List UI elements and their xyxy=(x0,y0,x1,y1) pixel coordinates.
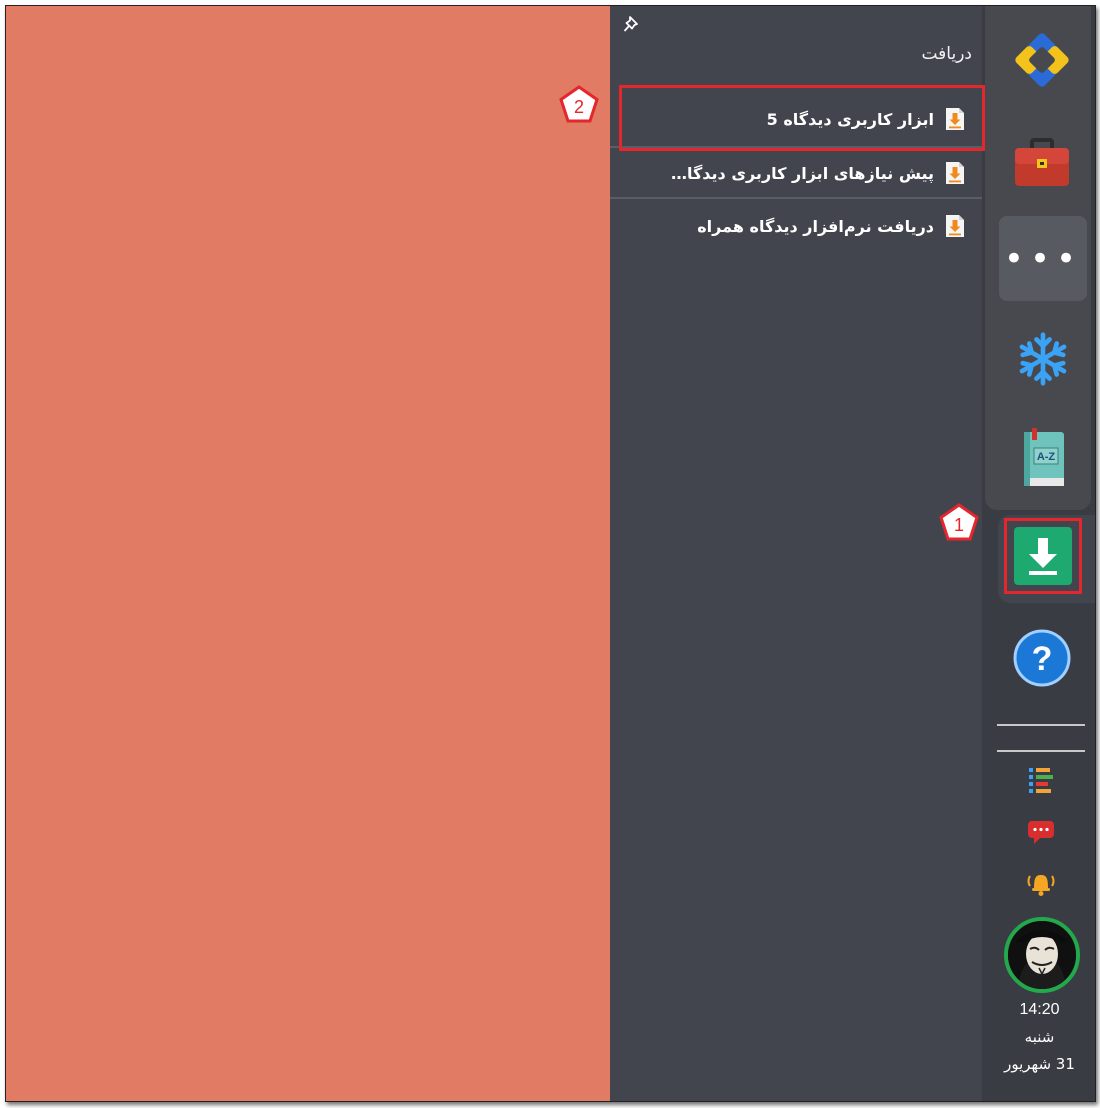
divider xyxy=(997,724,1085,726)
app-logo-icon[interactable] xyxy=(1010,28,1074,92)
bell-icon[interactable] xyxy=(1025,867,1057,899)
snowflake-icon[interactable] xyxy=(1015,328,1071,390)
callout-number: 1 xyxy=(954,515,964,535)
flyout-title: دریافت xyxy=(921,44,972,64)
ellipsis-icon: ••• xyxy=(1003,238,1083,279)
book-az-icon[interactable]: A-Z xyxy=(1018,428,1070,490)
download-flyout-panel: دریافت ابزار کاربری دیدگاه 5 پیش نیازهای… xyxy=(610,6,982,1101)
briefcase-icon[interactable] xyxy=(1012,134,1072,190)
download-file-icon xyxy=(944,161,966,185)
window-frame: دریافت ابزار کاربری دیدگاه 5 پیش نیازهای… xyxy=(5,5,1096,1102)
download-button[interactable] xyxy=(1004,518,1082,594)
more-button[interactable]: ••• xyxy=(999,216,1087,301)
right-sidebar: ••• A-Z ? 14:20 شنبه 31 شهریور xyxy=(982,6,1095,1101)
flyout-item-label: دریافت نرم‌افزار دیدگاه همراه xyxy=(697,216,934,236)
book-az-label: A-Z xyxy=(1037,451,1056,463)
clock-time: 14:20 xyxy=(1019,1001,1060,1018)
flyout-item-mobile-app[interactable]: دریافت نرم‌افزار دیدگاه همراه xyxy=(610,200,982,252)
callout-number: 2 xyxy=(574,97,584,117)
sidebar-top-panel: ••• A-Z xyxy=(985,6,1091,510)
main-content-area xyxy=(6,6,610,1101)
task-list-icon[interactable] xyxy=(1025,764,1057,796)
date: 31 شهریور xyxy=(1004,1055,1075,1073)
flyout-item-prerequisites[interactable]: پیش نیازهای ابزار کاربری دیدگا… xyxy=(610,147,982,199)
callout-highlight-box xyxy=(619,85,985,151)
download-icon xyxy=(1014,527,1072,585)
flyout-item-label: پیش نیازهای ابزار کاربری دیدگا… xyxy=(670,163,934,183)
callout-marker-2: 2 xyxy=(559,85,599,123)
divider xyxy=(997,750,1085,752)
weekday: شنبه xyxy=(1024,1028,1055,1046)
avatar[interactable] xyxy=(1004,917,1080,993)
download-file-icon xyxy=(944,214,966,238)
callout-marker-1: 1 xyxy=(939,503,979,541)
divider xyxy=(610,197,982,199)
chat-icon[interactable] xyxy=(1025,816,1057,848)
help-button[interactable]: ? xyxy=(1012,628,1072,688)
pin-icon[interactable] xyxy=(622,14,644,36)
help-icon: ? xyxy=(1032,640,1053,678)
